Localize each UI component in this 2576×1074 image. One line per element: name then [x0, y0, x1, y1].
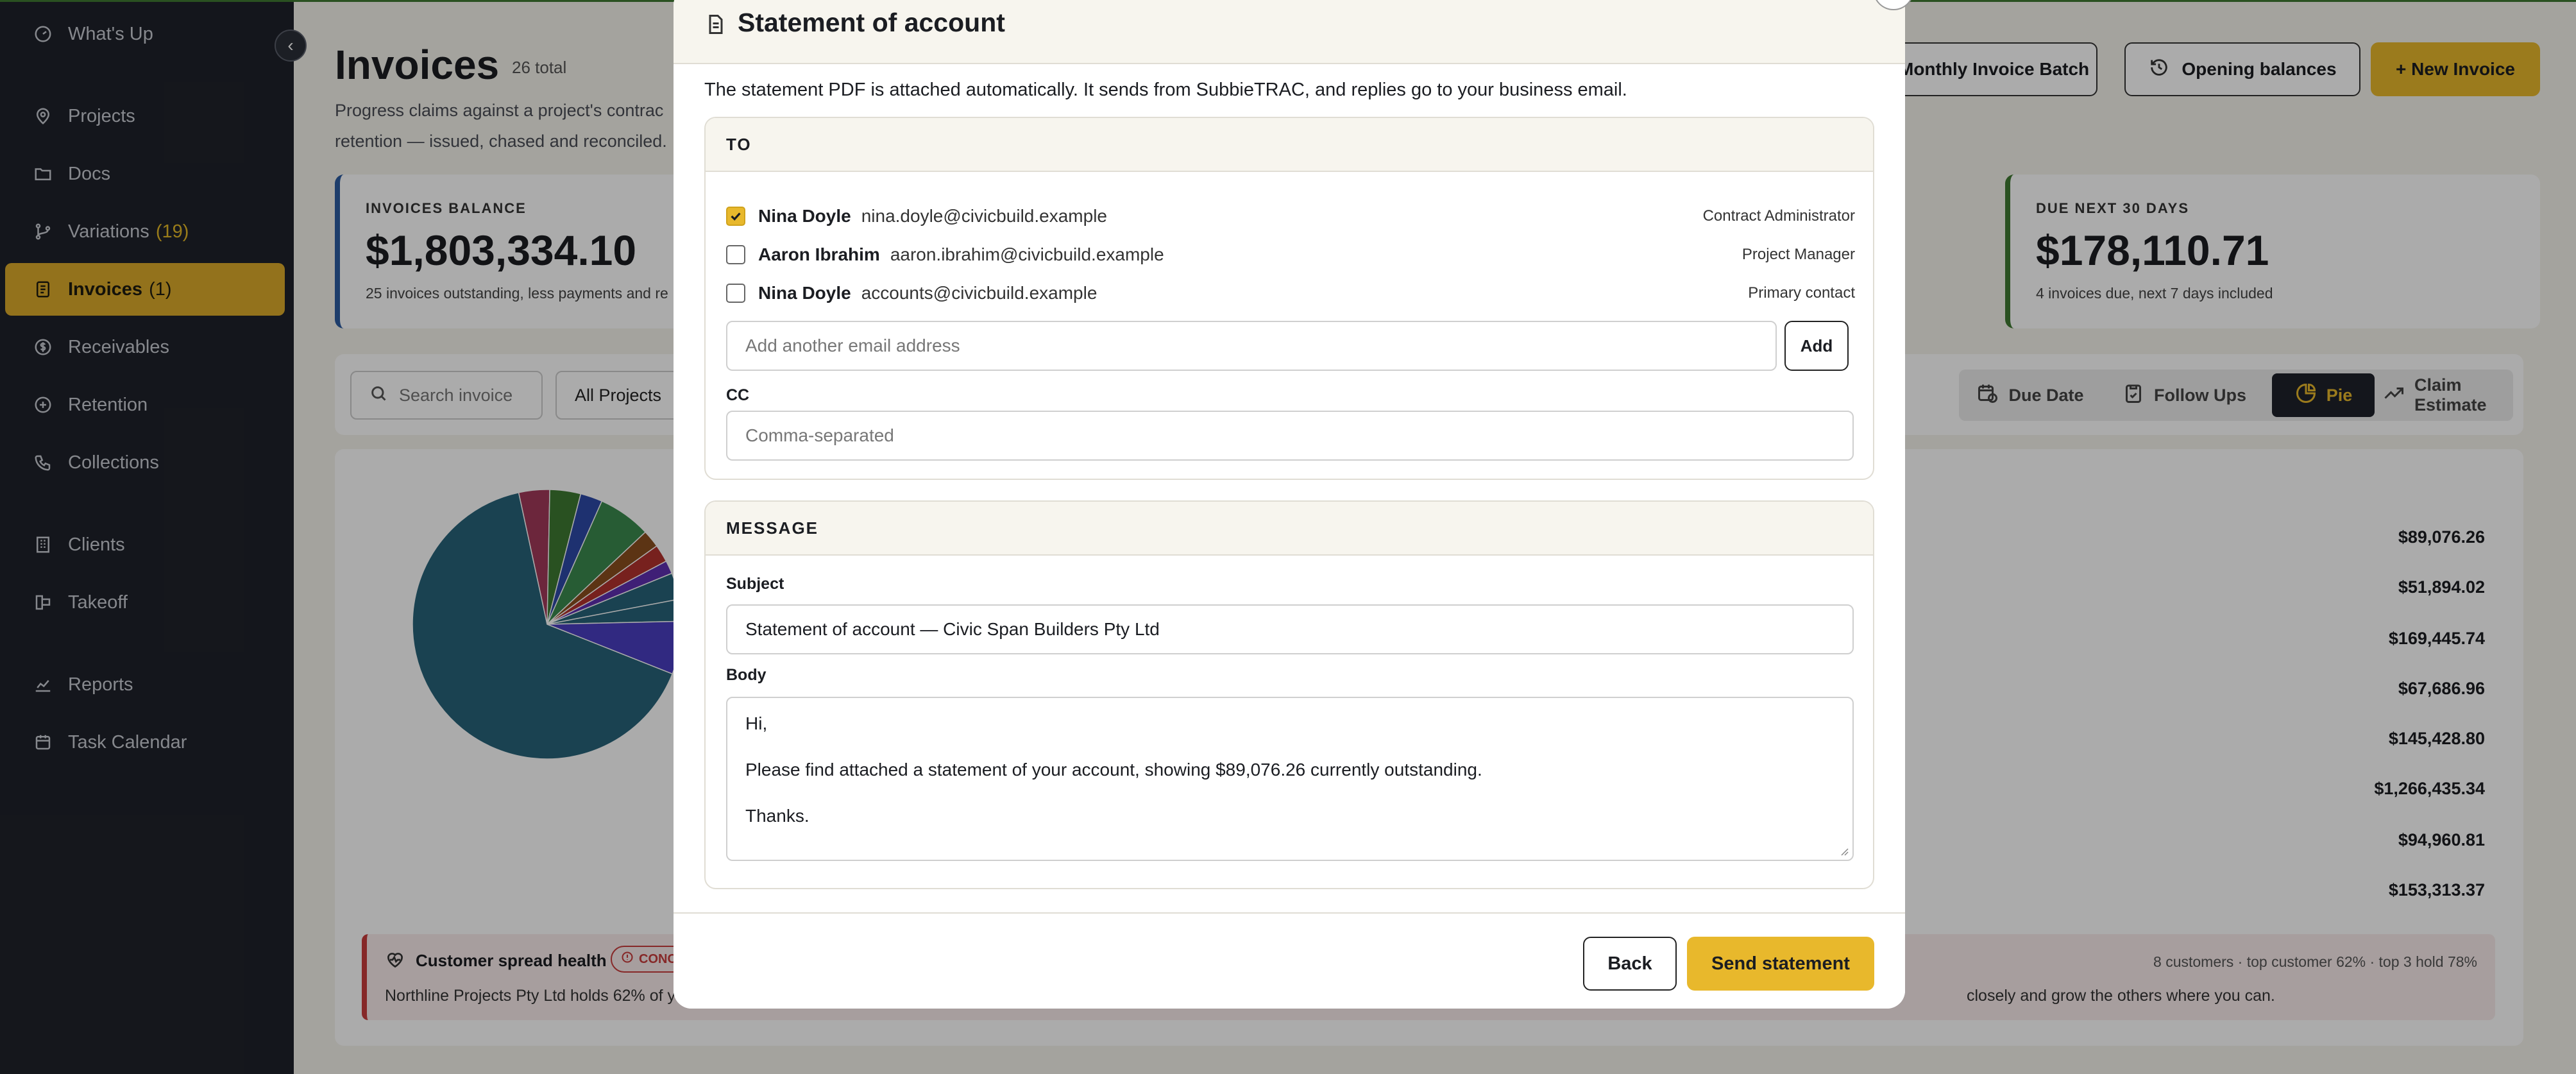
recipient-checkbox[interactable]	[726, 284, 745, 303]
recipient-name: Aaron Ibrahim	[758, 244, 880, 264]
message-section: MESSAGE Subject Statement of account — C…	[704, 500, 1874, 889]
subject-label: Subject	[726, 575, 784, 593]
recipient-row[interactable]: Nina Doyle nina.doyle@civicbuild.example…	[726, 200, 1855, 232]
body-line	[745, 735, 1835, 758]
body-textarea[interactable]: Hi, Please find attached a statement of …	[726, 697, 1854, 861]
body-line	[745, 781, 1835, 805]
body-line: Hi,	[745, 713, 768, 733]
resize-grip-icon[interactable]	[1838, 846, 1849, 856]
subject-input[interactable]: Statement of account — Civic Span Builde…	[726, 604, 1854, 654]
button-label: Send statement	[1711, 953, 1850, 974]
add-email-input[interactable]: Add another email address	[726, 321, 1777, 371]
modal-title: Statement of account	[738, 8, 1005, 37]
recipient-role: Primary contact	[1748, 284, 1855, 302]
recipient-email: accounts@civicbuild.example	[861, 283, 1097, 303]
recipient-row[interactable]: Nina Doyle accounts@civicbuild.example P…	[726, 277, 1855, 309]
input-placeholder: Comma-separated	[745, 425, 894, 445]
to-section: TO Nina Doyle nina.doyle@civicbuild.exam…	[704, 117, 1874, 480]
body-line: Thanks.	[745, 806, 809, 826]
message-heading: MESSAGE	[706, 502, 1873, 556]
statement-of-account-dialog: Statement of account The statement PDF i…	[674, 0, 1905, 1009]
recipient-email: nina.doyle@civicbuild.example	[861, 206, 1107, 226]
check-icon	[731, 212, 741, 221]
recipient-role: Contract Administrator	[1702, 207, 1855, 225]
subject-value: Statement of account — Civic Span Builde…	[745, 619, 1160, 639]
recipient-checkbox[interactable]	[726, 207, 745, 226]
button-label: Add	[1800, 336, 1833, 355]
input-placeholder: Add another email address	[745, 336, 960, 355]
recipient-name: Nina Doyle	[758, 206, 851, 226]
to-heading: TO	[706, 118, 1873, 172]
document-icon	[704, 13, 727, 36]
button-label: Back	[1607, 953, 1652, 974]
add-email-button[interactable]: Add	[1784, 321, 1849, 371]
body-label: Body	[726, 666, 767, 684]
recipient-email: aaron.ibrahim@civicbuild.example	[890, 244, 1164, 264]
recipient-row[interactable]: Aaron Ibrahim aaron.ibrahim@civicbuild.e…	[726, 239, 1855, 271]
body-line: Please find attached a statement of your…	[745, 760, 1482, 780]
cc-input[interactable]: Comma-separated	[726, 411, 1854, 461]
modal-header: Statement of account	[674, 0, 1905, 64]
cc-label: CC	[726, 386, 750, 404]
recipient-role: Project Manager	[1741, 246, 1855, 263]
modal-footer: Back Send statement	[674, 912, 1905, 1009]
back-button[interactable]: Back	[1583, 937, 1677, 991]
recipient-checkbox[interactable]	[726, 245, 745, 264]
recipient-name: Nina Doyle	[758, 283, 851, 303]
modal-intro: The statement PDF is attached automatica…	[704, 80, 1627, 100]
send-statement-button[interactable]: Send statement	[1687, 937, 1874, 991]
